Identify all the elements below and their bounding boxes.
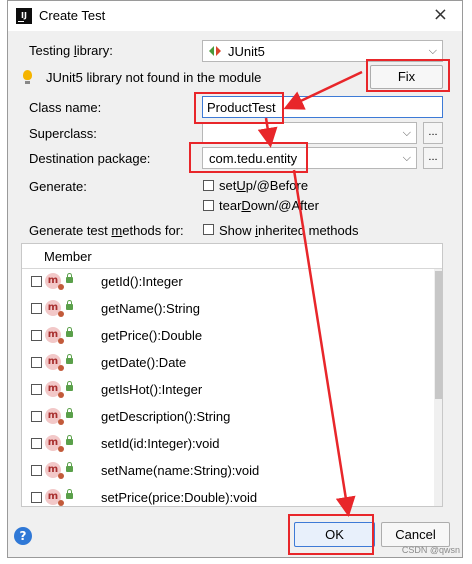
arrow-fix-to-class	[283, 70, 363, 110]
watermark-text: CSDN @qwsn	[401, 545, 460, 555]
annotation-arrows	[257, 70, 363, 517]
arrow-class-to-package	[257, 117, 278, 148]
arrow-package-to-ok	[292, 169, 356, 517]
